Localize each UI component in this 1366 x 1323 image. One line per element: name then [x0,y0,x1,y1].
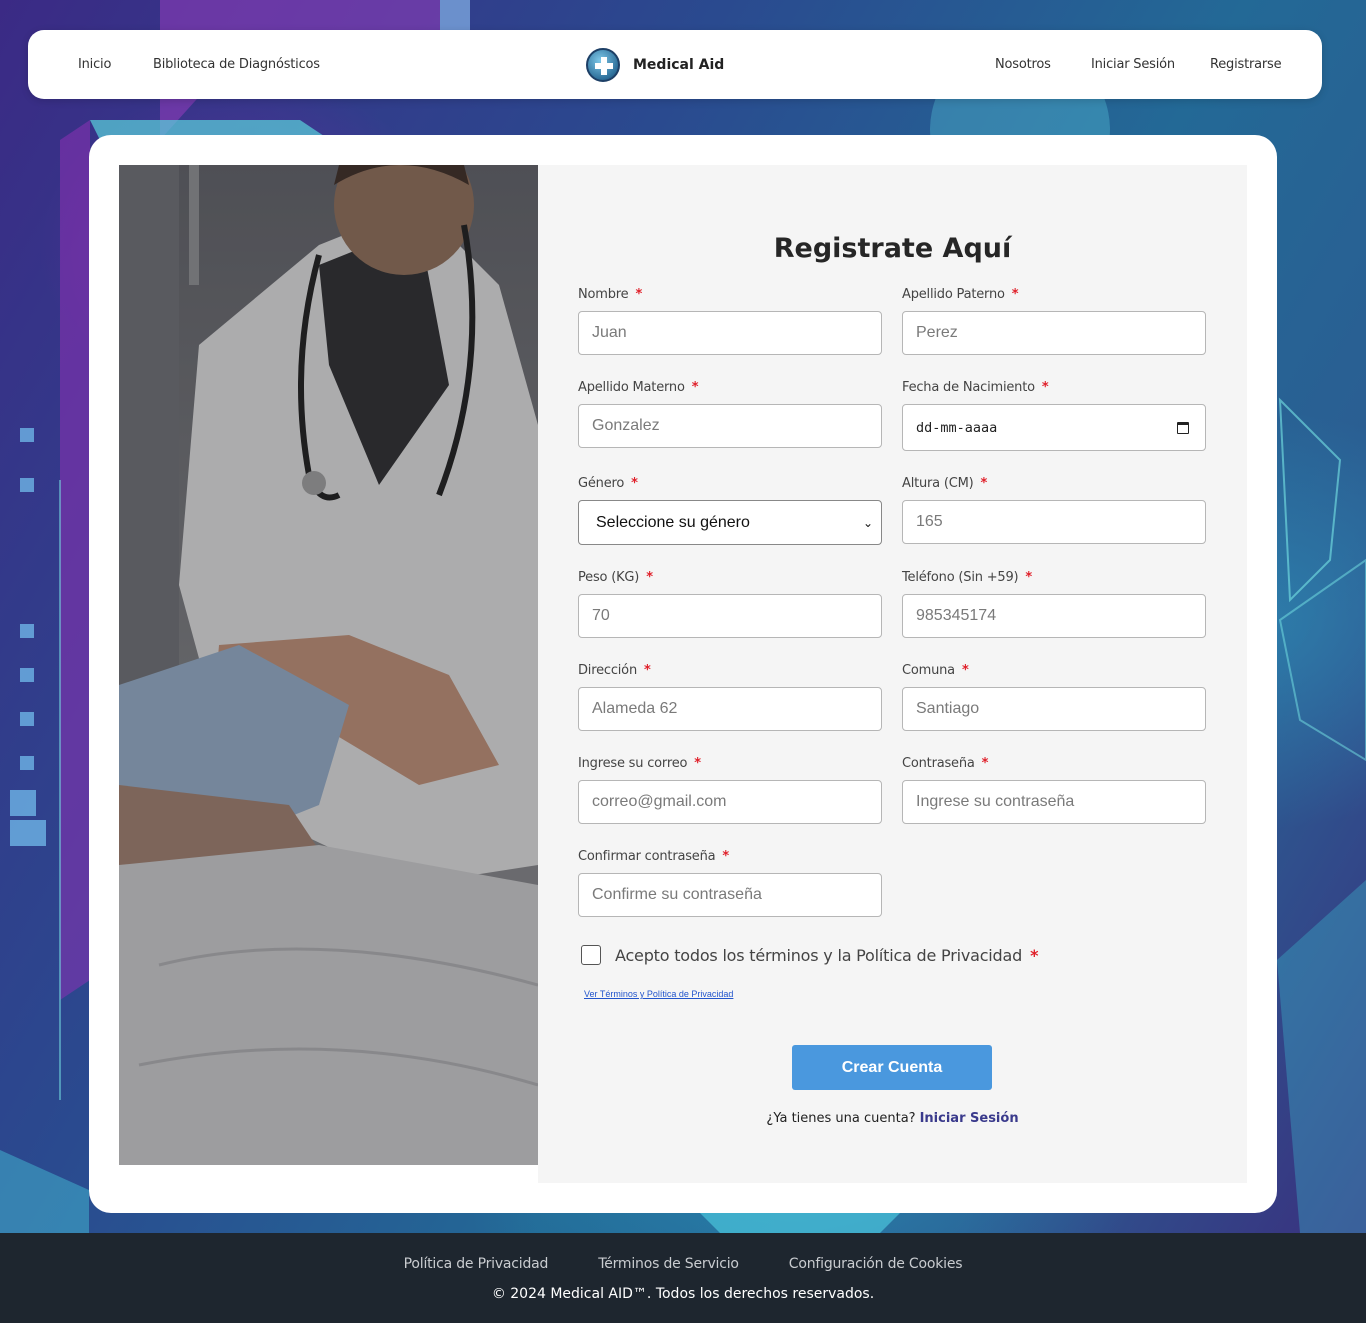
label-direccion: Dirección * [578,663,651,678]
form-title: Registrate Aquí [773,233,1012,264]
chevron-down-icon: ⌄ [862,515,873,530]
login-prompt-text: ¿Ya tienes una cuenta? [766,1111,916,1126]
field-telefono: Teléfono (Sin +59) * [902,570,1206,638]
nav-link-iniciar-sesion[interactable]: Iniciar Sesión [1091,57,1175,72]
genero-selected-value: Seleccione su género [596,513,750,531]
copyright: © 2024 Medical AID™. Todos los derechos … [491,1286,875,1302]
login-prompt-line: ¿Ya tienes una cuenta? Iniciar Sesión [538,1111,1247,1126]
password-input[interactable] [902,780,1206,824]
field-contrasena: Contraseña * [902,756,1206,824]
nav-link-inicio[interactable]: Inicio [78,57,111,72]
field-apellido-paterno: Apellido Paterno * [902,287,1206,355]
register-card: Registrate Aquí Nombre* Apellido Paterno… [89,135,1277,1213]
terms-checkbox[interactable] [581,945,601,965]
direccion-input[interactable] [578,687,882,731]
nombre-input[interactable] [578,311,882,355]
top-navbar: Inicio Biblioteca de Diagnósticos Medica… [28,30,1322,99]
doctor-patient-photo [119,165,538,1165]
label-confirmar: Confirmar contraseña * [578,849,730,864]
label-apellido-materno: Apellido Materno * [578,380,699,395]
genero-select[interactable]: Seleccione su género ⌄ [578,500,882,545]
label-nombre: Nombre * [578,287,643,302]
login-link[interactable]: Iniciar Sesión [920,1111,1019,1126]
medical-cross-logo-icon [586,48,620,82]
field-comuna: Comuna * [902,663,1206,731]
altura-input[interactable] [902,500,1206,544]
confirm-password-input[interactable] [578,873,882,917]
footer-links: Política de Privacidad Términos de Servi… [0,1256,1366,1272]
label-altura: Altura (CM) * [902,476,988,491]
label-fecha-nacimiento: Fecha de Nacimiento * [902,380,1049,395]
footer-link-terminos[interactable]: Términos de Servicio [598,1256,739,1272]
label-correo: Ingrese su correo * [578,756,701,771]
label-comuna: Comuna * [902,663,969,678]
brand-name: Medical Aid [633,57,725,73]
email-input[interactable] [578,780,882,824]
field-apellido-materno: Apellido Materno * [578,380,882,448]
create-account-button[interactable]: Crear Cuenta [792,1045,992,1090]
nav-link-nosotros[interactable]: Nosotros [995,57,1051,72]
terms-label: Acepto todos los términos y la Política … [615,945,1039,965]
terms-link[interactable]: Ver Términos y Política de Privacidad [584,989,733,999]
calendar-icon[interactable] [1177,421,1189,434]
telefono-input[interactable] [902,594,1206,638]
fecha-nacimiento-date-input[interactable]: dd-mm-aaaa [902,404,1206,451]
apellido-paterno-input[interactable] [902,311,1206,355]
label-genero: Género * [578,476,638,491]
field-genero: Género * Seleccione su género ⌄ [578,476,882,545]
footer-link-privacidad[interactable]: Política de Privacidad [404,1256,549,1272]
date-value: dd-mm-aaaa [916,419,998,436]
terms-row: Acepto todos los términos y la Política … [581,945,1038,965]
field-confirmar: Confirmar contraseña * [578,849,882,917]
brand[interactable]: Medical Aid [586,47,724,83]
field-nombre: Nombre * [578,287,882,355]
label-peso: Peso (KG) * [578,570,653,585]
comuna-input[interactable] [902,687,1206,731]
label-contrasena: Contraseña * [902,756,989,771]
field-direccion: Dirección * [578,663,882,731]
field-correo: Ingrese su correo * [578,756,882,824]
field-altura: Altura (CM) * [902,476,1206,544]
peso-input[interactable] [578,594,882,638]
footer: Política de Privacidad Términos de Servi… [0,1233,1366,1323]
apellido-materno-input[interactable] [578,404,882,448]
doctor-illustration [119,165,538,1165]
footer-link-cookies[interactable]: Configuración de Cookies [789,1256,963,1272]
nav-link-registrarse[interactable]: Registrarse [1210,57,1282,72]
nav-link-biblioteca[interactable]: Biblioteca de Diagnósticos [153,57,320,72]
field-fecha-nacimiento: Fecha de Nacimiento * dd-mm-aaaa [902,380,1206,451]
field-peso: Peso (KG) * [578,570,882,638]
label-apellido-paterno: Apellido Paterno * [902,287,1019,302]
label-telefono: Teléfono (Sin +59) * [902,570,1033,585]
register-form: Registrate Aquí Nombre* Apellido Paterno… [538,165,1247,1183]
